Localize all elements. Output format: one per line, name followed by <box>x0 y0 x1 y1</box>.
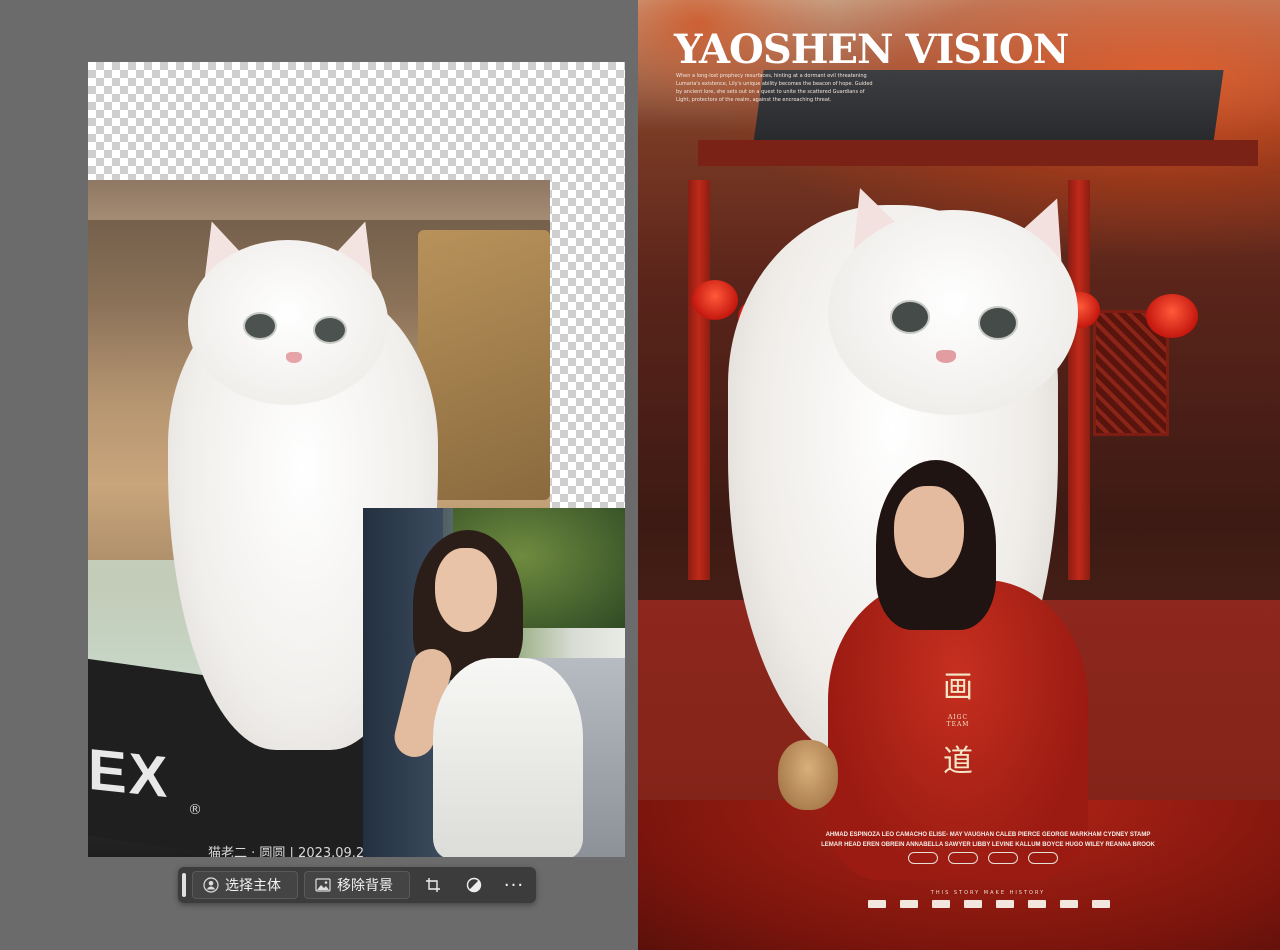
woman-white-dress <box>433 658 583 857</box>
drag-handle[interactable] <box>182 873 186 897</box>
select-subject-label: 选择主体 <box>225 878 281 894</box>
woman-face <box>435 548 497 632</box>
laurel-icon <box>988 852 1018 864</box>
studio-logo-icon <box>1092 900 1110 908</box>
laurel-icon <box>908 852 938 864</box>
studio-logo-icon <box>996 900 1014 908</box>
studio-logo-icon <box>900 900 918 908</box>
poster-image: YAOSHEN VISION When a long-lost prophecy… <box>638 0 1280 950</box>
crop-icon[interactable] <box>419 871 447 899</box>
lantern <box>1146 294 1198 338</box>
image-icon <box>315 877 331 893</box>
woman-photo-layer[interactable] <box>363 508 625 857</box>
studio-logo-icon <box>1060 900 1078 908</box>
award-badges <box>908 852 1058 864</box>
calligraphy-bottom: 道 <box>943 744 973 779</box>
calligraphy-block: 画 AIGC TEAM 道 <box>938 662 978 780</box>
remove-background-button[interactable]: 移除背景 <box>304 871 410 899</box>
background-shelf <box>88 180 550 220</box>
girl-face <box>894 486 964 578</box>
person-icon <box>203 877 219 893</box>
cast-line-1: AHMAD ESPINOZA LEO CAMACHO ELISE- MAY VA… <box>825 832 1151 838</box>
cat-nose <box>286 352 302 363</box>
photo-caption: 猫老二 · 圆圆 | 2023.09.20 <box>208 846 373 857</box>
cast-credits: AHMAD ESPINOZA LEO CAMACHO ELISE- MAY VA… <box>788 830 1188 850</box>
poster-tagline: THIS STORY MAKE HISTORY <box>930 890 1046 896</box>
adjust-icon[interactable] <box>460 871 488 899</box>
studio-logo-icon <box>868 900 886 908</box>
lantern <box>692 280 738 320</box>
remove-background-label: 移除背景 <box>337 878 393 894</box>
studio-logo-icon <box>932 900 950 908</box>
studio-logos <box>868 900 1110 908</box>
red-pillar-left <box>688 180 710 580</box>
cast-line-2: LEMAR HEAD EREN OBREIN ANNABELLA SAWYER … <box>821 842 1155 848</box>
poster-title: YAOSHEN VISION <box>674 26 1069 73</box>
giant-cat-head <box>828 210 1078 415</box>
select-subject-button[interactable]: 选择主体 <box>192 871 298 899</box>
cat-head <box>188 240 388 405</box>
giant-cat-nose <box>936 350 956 363</box>
more-icon[interactable]: ··· <box>500 871 528 899</box>
calligraphy-top: 画 <box>943 670 973 705</box>
bag-brand-text: EX <box>88 736 170 811</box>
temple-eave <box>698 140 1258 166</box>
puppy <box>778 740 838 810</box>
cat-eye-right <box>313 316 347 344</box>
studio-logo-icon <box>964 900 982 908</box>
giant-cat-eye-left <box>890 300 930 334</box>
studio-logo-icon <box>1028 900 1046 908</box>
team-label: AIGC TEAM <box>946 714 970 728</box>
laurel-icon <box>1028 852 1058 864</box>
contextual-taskbar: 选择主体 移除背景 ··· <box>178 867 536 903</box>
poster-synopsis: When a long-lost prophecy resurfaces, hi… <box>676 73 873 103</box>
giant-cat-eye-right <box>978 306 1018 340</box>
cat-eye-left <box>243 312 277 340</box>
registered-mark: ® <box>188 802 202 818</box>
laurel-icon <box>948 852 978 864</box>
